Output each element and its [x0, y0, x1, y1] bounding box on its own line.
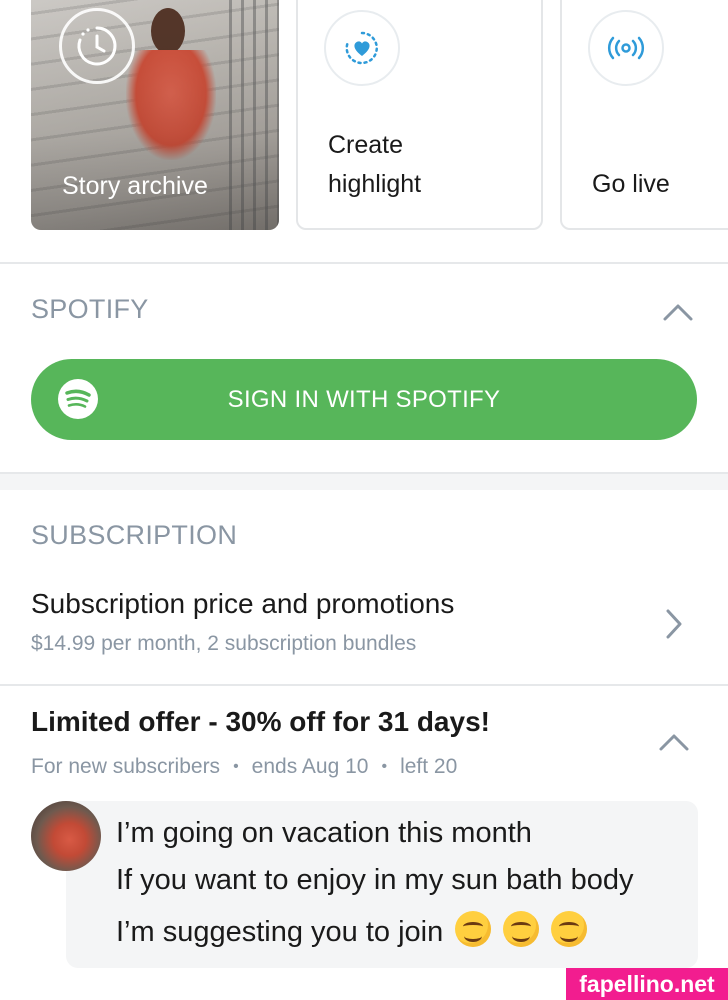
- yum-emoji-icon: [503, 911, 540, 947]
- spotify-logo-icon: [58, 379, 98, 419]
- story-actions-row: Story archive Create highlight Go live: [0, 0, 728, 262]
- divider: [0, 262, 728, 264]
- broadcast-icon: [588, 10, 664, 86]
- divider: [0, 684, 728, 686]
- chevron-right-icon: [664, 608, 684, 645]
- highlight-heart-icon: [324, 10, 400, 86]
- subscription-row-subtitle: $14.99 per month, 2 subscription bundles: [31, 632, 417, 655]
- offer-remaining: left 20: [400, 755, 458, 778]
- message-line: I’m going on vacation this month: [116, 817, 532, 849]
- collapse-offer-chevron-up-icon[interactable]: [658, 732, 690, 757]
- sign-in-spotify-label: SIGN IN WITH SPOTIFY: [227, 385, 501, 413]
- section-gap: [0, 474, 728, 490]
- story-archive-label: Story archive: [62, 172, 208, 200]
- avatar[interactable]: [31, 801, 101, 871]
- offer-meta: For new subscribers • ends Aug 10 • left…: [31, 755, 458, 778]
- subscription-row-title: Subscription price and promotions: [31, 588, 455, 619]
- watermark: fapellino.net: [566, 968, 728, 1000]
- story-archive-card[interactable]: Story archive: [31, 0, 279, 230]
- offer-audience: For new subscribers: [31, 755, 221, 778]
- go-live-card[interactable]: Go live: [560, 0, 728, 230]
- sign-in-spotify-button[interactable]: SIGN IN WITH SPOTIFY: [31, 359, 697, 440]
- archive-clock-icon: [59, 8, 135, 84]
- message-line: If you want to enjoy in my sun bath body: [116, 864, 634, 896]
- offer-end-date: ends Aug 10: [251, 755, 369, 778]
- offer-title: Limited offer - 30% off for 31 days!: [31, 706, 490, 737]
- spotify-section-title: SPOTIFY: [31, 294, 149, 324]
- create-highlight-card[interactable]: Create highlight: [296, 0, 543, 230]
- yum-emoji-icon: [551, 911, 588, 947]
- go-live-label: Go live: [592, 170, 670, 198]
- yum-emoji-icon: [455, 911, 492, 947]
- collapse-spotify-chevron-up-icon[interactable]: [662, 302, 694, 327]
- create-highlight-label: Create highlight: [328, 131, 422, 198]
- message-line-with-emoji: I’m suggesting you to join: [116, 911, 588, 949]
- subscription-section-title: SUBSCRIPTION: [31, 520, 238, 550]
